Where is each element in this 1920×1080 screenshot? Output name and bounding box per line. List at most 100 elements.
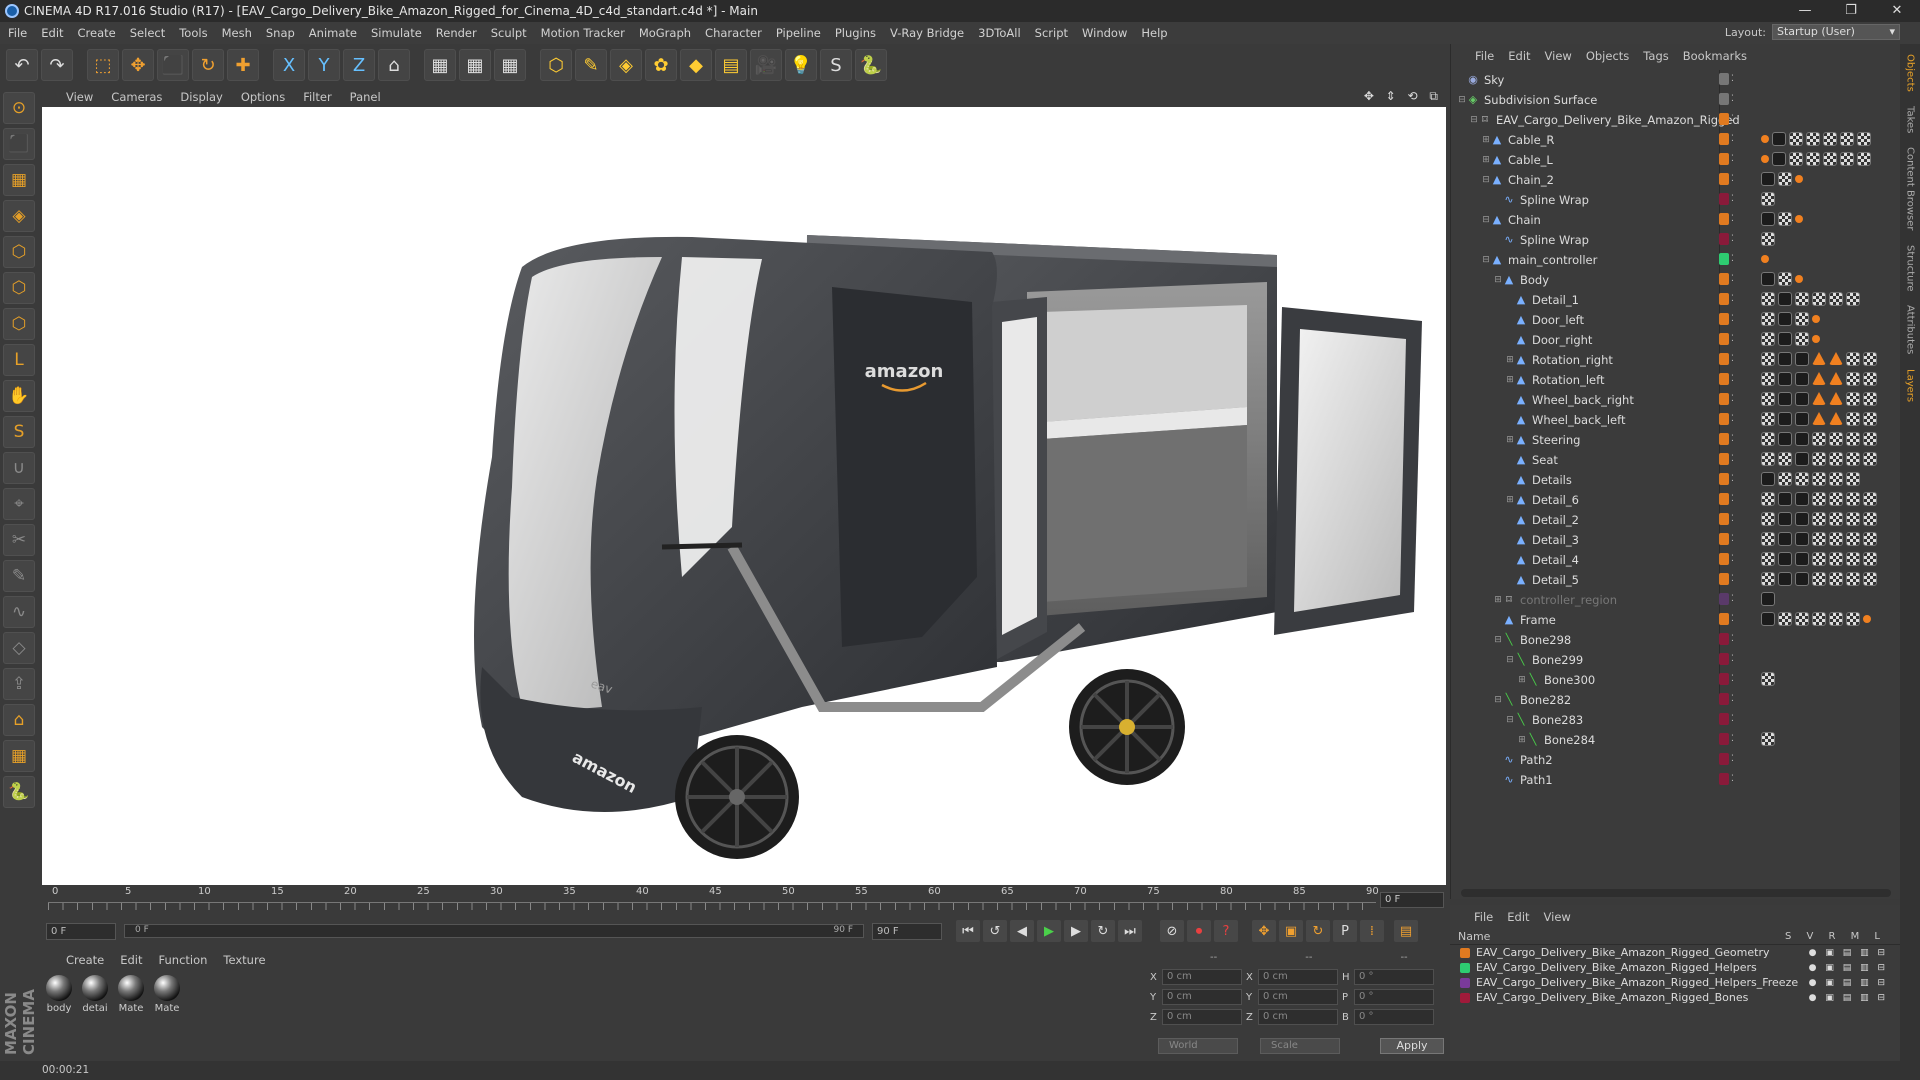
texture-tag-icon[interactable] [1829, 512, 1843, 526]
texture-tag-icon[interactable] [1812, 292, 1826, 306]
object-tree-row[interactable]: ⊞ ╲ Bone300 ⁚ [1451, 670, 1901, 690]
display-tag-icon[interactable] [1812, 315, 1820, 323]
texture-tag-icon[interactable] [1761, 312, 1775, 326]
object-name[interactable]: Bone299 [1532, 653, 1583, 667]
menu-help[interactable]: Help [1141, 26, 1167, 40]
object-tree-row[interactable]: ⊟ ▲ Chain ⁚ [1451, 210, 1901, 230]
visibility-dots-icon[interactable]: ⁚ [1731, 533, 1739, 545]
snap-icon[interactable]: S [820, 49, 852, 81]
coord-value-field[interactable]: 0 ° [1354, 969, 1434, 985]
material-tag-icon[interactable] [1778, 412, 1792, 426]
scale-dropdown[interactable]: Scale [1260, 1038, 1340, 1054]
object-name[interactable]: Rotation_right [1532, 353, 1613, 367]
material-menu-texture[interactable]: Texture [223, 953, 265, 967]
start-frame-field[interactable]: 0 F [46, 922, 116, 940]
texture-tag-icon[interactable] [1829, 452, 1843, 466]
texture-tag-icon[interactable] [1846, 352, 1860, 366]
minimize-button[interactable]: — [1782, 0, 1828, 22]
expand-toggle-icon[interactable]: ⊞ [1505, 495, 1515, 505]
coord-value-field[interactable]: 0 ° [1354, 989, 1434, 1005]
layer-color-swatch[interactable] [1460, 992, 1470, 1003]
redo-icon[interactable]: ↷ [41, 49, 73, 81]
texture-tag-icon[interactable] [1812, 452, 1826, 466]
texture-tag-icon[interactable] [1795, 612, 1809, 626]
material-menu-create[interactable]: Create [66, 953, 104, 967]
material-tag-icon[interactable] [1761, 172, 1775, 186]
deformer-icon[interactable]: ◆ [680, 49, 712, 81]
layer-color-swatch[interactable] [1719, 393, 1729, 405]
material-tag-icon[interactable] [1778, 492, 1792, 506]
object-tree-row[interactable]: ⊞ ▲ Steering ⁚ [1451, 430, 1901, 450]
visibility-dots-icon[interactable]: ⁚ [1731, 733, 1739, 745]
brush-icon[interactable]: ✎ [3, 560, 35, 592]
viewport-menu-filter[interactable]: Filter [303, 90, 331, 104]
menu-create[interactable]: Create [78, 26, 116, 40]
object-tree-row[interactable]: ⊟ ▲ main_controller ⁚ [1451, 250, 1901, 270]
object-name[interactable]: Door_right [1532, 333, 1592, 347]
expand-toggle-icon[interactable]: ⊟ [1505, 655, 1515, 665]
bevel-icon[interactable]: ◇ [3, 632, 35, 664]
pen-icon[interactable]: ✎ [575, 49, 607, 81]
object-tree-row[interactable]: ▲ Door_right ⁚ [1451, 330, 1901, 350]
texture-tag-icon[interactable] [1846, 452, 1860, 466]
layer-color-swatch[interactable] [1719, 693, 1729, 705]
object-tree-row[interactable]: ▲ Wheel_back_left ⁚ [1451, 410, 1901, 430]
texture-tag-icon[interactable] [1812, 612, 1826, 626]
material-tag-icon[interactable] [1795, 452, 1809, 466]
layer-color-swatch[interactable] [1719, 633, 1729, 645]
object-name[interactable]: Path2 [1520, 753, 1553, 767]
object-tree-row[interactable]: ▲ Wheel_back_right ⁚ [1451, 390, 1901, 410]
layer-color-swatch[interactable] [1719, 573, 1729, 585]
object-tree-row[interactable]: ▲ Detail_1 ⁚ [1451, 290, 1901, 310]
expand-toggle-icon[interactable]: ⊞ [1481, 155, 1491, 165]
texture-tag-icon[interactable] [1846, 412, 1860, 426]
visibility-dots-icon[interactable]: ⁚ [1731, 673, 1739, 685]
layer-menu-view[interactable]: View [1544, 910, 1571, 924]
texture-tag-icon[interactable] [1829, 432, 1843, 446]
layer-color-swatch[interactable] [1719, 113, 1729, 125]
layer-color-swatch[interactable] [1460, 947, 1470, 958]
layer-color-swatch[interactable] [1719, 493, 1729, 505]
expand-toggle-icon[interactable]: ⊞ [1505, 355, 1515, 365]
layer-color-swatch[interactable] [1719, 593, 1729, 605]
layer-color-swatch[interactable] [1719, 173, 1729, 185]
layer-color-swatch[interactable] [1719, 313, 1729, 325]
object-tree-row[interactable]: ⊟ ╲ Bone282 ⁚ [1451, 690, 1901, 710]
object-name[interactable]: Bone300 [1544, 673, 1595, 687]
object-name[interactable]: Bone282 [1520, 693, 1571, 707]
visibility-dots-icon[interactable]: ⁚ [1731, 453, 1739, 465]
texture-tag-icon[interactable] [1778, 212, 1792, 226]
material-swatch[interactable]: Mate [152, 975, 182, 1014]
object-tree-row[interactable]: ⊟ ╲ Bone298 ⁚ [1451, 630, 1901, 650]
soft-selection-icon[interactable]: S [3, 416, 35, 448]
visibility-dots-icon[interactable]: ⁚ [1731, 233, 1739, 245]
preview-range-slider[interactable]: 0 F 90 F [124, 924, 864, 938]
texture-tag-icon[interactable] [1863, 492, 1877, 506]
object-tree-row[interactable]: ▲ Detail_5 ⁚ [1451, 570, 1901, 590]
polygons-mode-icon[interactable]: ⬡ [3, 308, 35, 340]
material-tag-icon[interactable] [1795, 552, 1809, 566]
visibility-dots-icon[interactable]: ⁚ [1731, 213, 1739, 225]
menu-render[interactable]: Render [436, 26, 477, 40]
visibility-dots-icon[interactable]: ⁚ [1731, 473, 1739, 485]
material-tag-icon[interactable] [1761, 592, 1775, 606]
object-name[interactable]: Rotation_left [1532, 373, 1604, 387]
layer-name[interactable]: EAV_Cargo_Delivery_Bike_Amazon_Rigged_Bo… [1476, 991, 1748, 1004]
display-tag-icon[interactable] [1795, 215, 1803, 223]
texture-tag-icon[interactable] [1761, 392, 1775, 406]
viewport-menu-panel[interactable]: Panel [350, 90, 381, 104]
object-tree-row[interactable]: ⊟ ◈ Subdivision Surface ⁚ [1451, 90, 1901, 110]
points-mode-icon[interactable]: ⬡ [3, 236, 35, 268]
layer-color-swatch[interactable] [1719, 193, 1729, 205]
texture-tag-icon[interactable] [1857, 132, 1871, 146]
material-tag-icon[interactable] [1778, 532, 1792, 546]
layer-color-swatch[interactable] [1719, 453, 1729, 465]
texture-tag-icon[interactable] [1812, 532, 1826, 546]
visibility-dots-icon[interactable]: ⁚ [1731, 433, 1739, 445]
layer-flag-icons[interactable]: ● ▣ ▤ ▥ ⊟ [1809, 993, 1888, 1003]
visibility-dots-icon[interactable]: ⁚ [1731, 273, 1739, 285]
side-tab-attributes[interactable]: Attributes [1905, 305, 1916, 354]
visibility-dots-icon[interactable]: ⁚ [1731, 113, 1739, 125]
next-frame-button[interactable]: ▶ [1064, 920, 1088, 942]
texture-tag-icon[interactable] [1846, 292, 1860, 306]
